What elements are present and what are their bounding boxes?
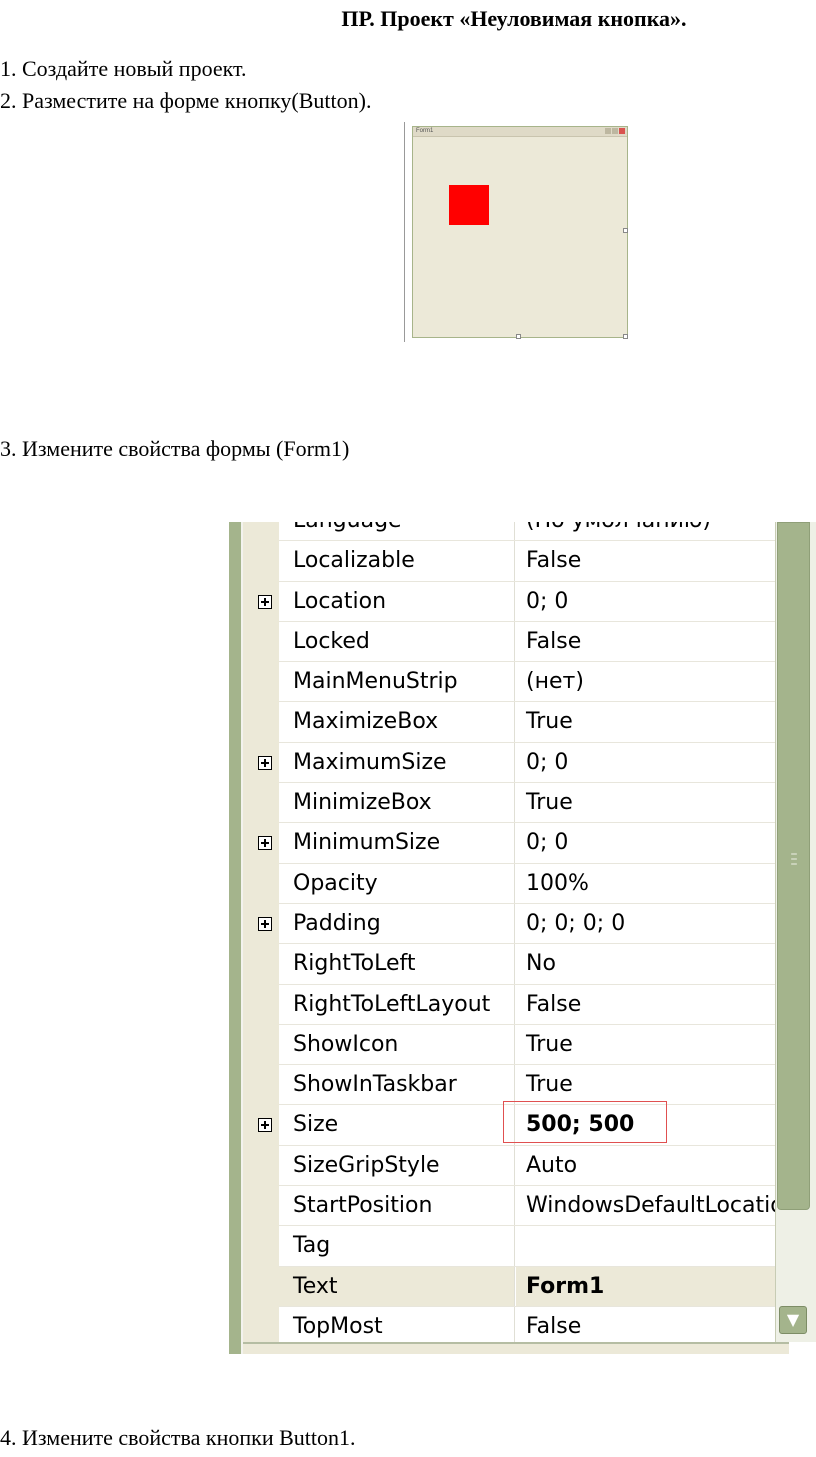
resize-handle-right[interactable] [623,228,628,233]
property-name[interactable]: RightToLeftLayout [279,984,515,1024]
property-name[interactable]: MaximizeBox [279,702,515,742]
property-name[interactable]: Tag [279,1226,515,1266]
page-title: ПР. Проект «Неуловимая кнопка». [341,6,687,31]
property-row[interactable]: Locked False [279,621,775,663]
property-value[interactable]: False [516,1307,775,1346]
grid-left-border [229,522,243,1354]
property-value[interactable]: True [516,783,775,822]
property-value[interactable]: False [516,622,775,661]
property-name[interactable]: MaximumSize [279,742,515,783]
property-value[interactable]: No [516,944,775,983]
property-name[interactable]: ShowIcon [279,1024,515,1065]
property-name[interactable]: RightToLeft [279,944,515,984]
property-value[interactable]: Auto [516,1146,775,1185]
property-value[interactable]: WindowsDefaultLocation [516,1186,775,1225]
property-rows: Language(По умолчанию)LocalizableFalseLo… [258,522,775,1348]
property-value[interactable] [516,1226,775,1265]
grid-bottom-edge [243,1342,789,1354]
step-2: 2. Разместите на форме кнопку(Button). [0,88,372,113]
expand-plus-icon[interactable] [258,836,272,851]
property-value[interactable]: 0; 0 [516,823,775,862]
property-name[interactable]: Padding [279,903,515,944]
property-name[interactable]: TopMost [279,1306,515,1347]
property-name[interactable]: Location [279,581,515,621]
expand-plus-icon[interactable] [258,594,272,609]
property-row[interactable]: Text Form1 [279,1266,775,1307]
property-row[interactable]: MinimumSize 0; 0 [258,823,775,864]
property-row[interactable]: Opacity 100% [279,863,775,904]
property-row[interactable]: ShowIcon True [279,1024,775,1066]
property-row[interactable]: Location 0; 0 [258,581,775,622]
property-value[interactable]: False [516,985,775,1024]
property-name[interactable]: Opacity [279,863,515,903]
property-value[interactable]: True [516,702,775,741]
property-row[interactable]: MaximumSize 0; 0 [258,742,775,784]
property-grid: Language(По умолчанию)LocalizableFalseLo… [229,522,816,1354]
step-1: 1. Создайте новый проект. [0,56,247,81]
maximize-icon [612,128,618,134]
property-name[interactable]: Localizable [279,541,515,581]
size-highlight-box [503,1101,667,1143]
property-row[interactable]: Padding 0; 0; 0; 0 [258,903,775,945]
property-name[interactable]: Locked [279,621,515,662]
form-titlebar: Form1 [413,127,627,137]
property-name[interactable]: Language [279,522,515,541]
resize-handle-bottom[interactable] [516,334,521,339]
red-button[interactable] [449,185,489,225]
property-row[interactable]: MinimizeBox True [279,783,775,824]
property-name[interactable]: Text [279,1266,515,1306]
close-icon [619,128,625,134]
resize-handle-corner[interactable] [623,334,628,339]
window-controls [605,128,625,134]
property-name[interactable]: StartPosition [279,1186,515,1226]
property-row[interactable]: MainMenuStrip (нет) [279,662,775,703]
property-name[interactable]: SizeGripStyle [279,1145,515,1186]
property-value[interactable]: 0; 0 [516,582,775,621]
grip-icon: – – – [790,846,798,872]
property-value[interactable]: False [516,541,775,580]
grid-gutter [243,522,279,1354]
property-row[interactable]: Language(По умолчанию) [279,522,775,542]
property-row[interactable]: SizeGripStyle Auto [279,1145,775,1187]
property-row[interactable]: StartPosition WindowsDefaultLocation [279,1186,775,1227]
property-row[interactable]: RightToLeftLayout False [279,984,775,1025]
property-row[interactable]: RightToLeft No [279,944,775,985]
property-row[interactable]: Tag [279,1226,775,1267]
property-value[interactable]: (По умолчанию) [516,522,775,540]
property-value[interactable]: Form1 [516,1266,775,1306]
expand-plus-icon[interactable] [258,1118,272,1133]
property-value[interactable]: True [516,1065,775,1104]
preview-left-edge [404,122,405,342]
property-name[interactable]: MainMenuStrip [279,662,515,702]
property-value[interactable]: 100% [516,864,775,903]
minimize-icon [605,128,611,134]
step-3: 3. Измените свойства формы (Form1) [0,436,350,461]
property-value[interactable]: 0; 0; 0; 0 [516,904,775,943]
property-row[interactable]: ShowInTaskbar True [279,1065,775,1106]
property-value[interactable]: True [516,1025,775,1064]
property-row[interactable]: Localizable False [279,541,775,582]
form-designer-preview: Form1 [404,122,630,344]
property-name[interactable]: MinimizeBox [279,783,515,823]
form-window: Form1 [412,126,628,338]
property-name[interactable]: MinimumSize [279,823,515,863]
property-row[interactable]: MaximizeBox True [279,702,775,743]
expand-plus-icon[interactable] [258,916,272,931]
step-4: 4. Измените свойства кнопки Button1. [0,1425,356,1450]
property-name[interactable]: ShowInTaskbar [279,1065,515,1105]
property-value[interactable]: 0; 0 [516,743,775,782]
form-caption: Form1 [416,128,434,134]
property-name[interactable]: Size [279,1105,515,1145]
chevron-down-icon[interactable]: ▼ [779,1306,807,1334]
property-value[interactable]: (нет) [516,662,775,701]
expand-plus-icon[interactable] [258,755,272,770]
